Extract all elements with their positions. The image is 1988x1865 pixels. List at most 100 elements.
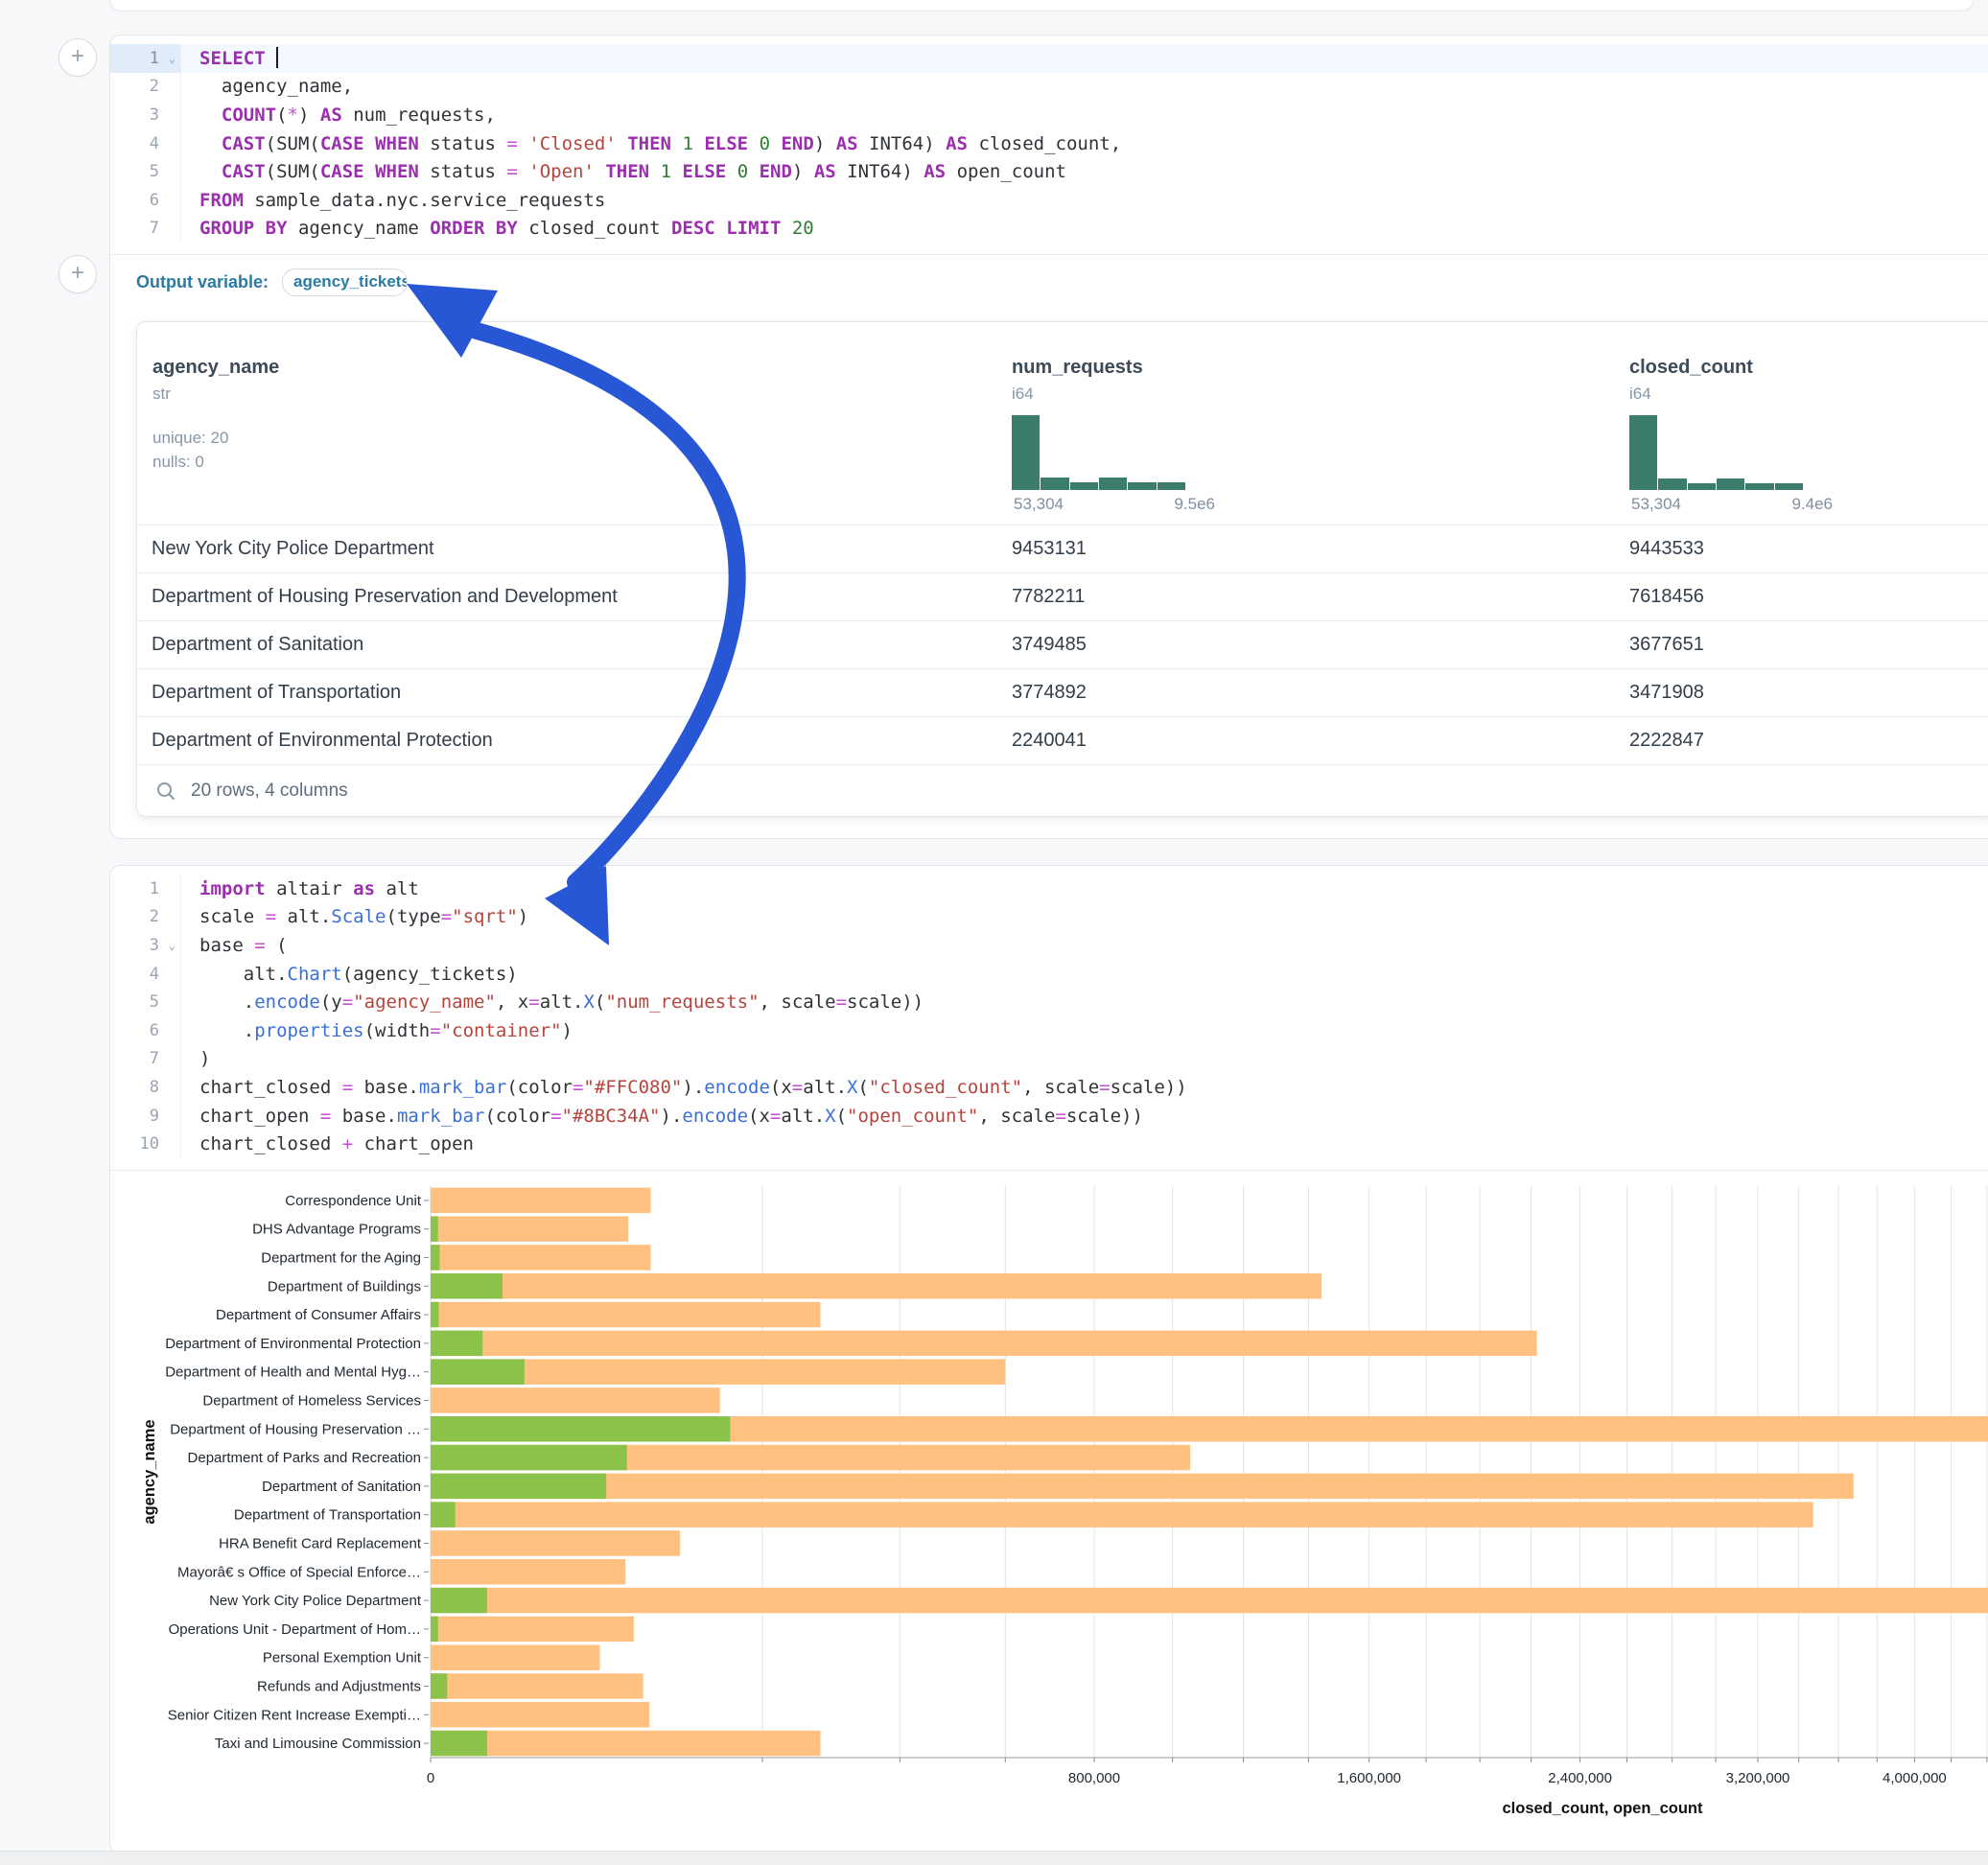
add-cell-button-output[interactable]: +	[58, 255, 97, 293]
closed-count-bar	[431, 1588, 1988, 1614]
code-text[interactable]: FROM sample_data.nyc.service_requests	[181, 190, 605, 211]
table-row[interactable]: New York City Police Department945313194…	[137, 525, 1988, 572]
histogram-bar	[1099, 478, 1128, 490]
code-text[interactable]: chart_closed + chart_open	[181, 1133, 474, 1154]
open-count-bar	[431, 1273, 503, 1299]
column-header-num-requests[interactable]: num_requests i64 53,304 9.5e6	[1008, 357, 1625, 525]
cell-closed-count: 2222847	[1625, 730, 1988, 752]
y-axis-label: Correspondence Unit	[285, 1193, 422, 1209]
code-text[interactable]: .encode(y="agency_name", x=alt.X("num_re…	[181, 991, 924, 1013]
table-body: New York City Police Department945313194…	[137, 525, 1988, 764]
open-count-bar	[431, 1416, 730, 1442]
table-row[interactable]: Department of Sanitation37494853677651	[137, 620, 1988, 668]
y-axis-label: Operations Unit - Department of Hom…	[169, 1621, 421, 1638]
y-axis-label: Department for the Aging	[261, 1249, 421, 1266]
x-axis-tick-label: 0	[427, 1770, 434, 1786]
histogram-max-label: 9.5e6	[1174, 495, 1215, 514]
code-text[interactable]: CAST(SUM(CASE WHEN status = 'Closed' THE…	[181, 133, 1121, 154]
cell-agency-name: New York City Police Department	[137, 538, 1008, 560]
code-line[interactable]: 6 .properties(width="container")	[110, 1016, 1988, 1045]
column-header-agency-name[interactable]: agency_name str unique: 20 nulls: 0	[137, 357, 1008, 525]
y-axis-label: Department of Parks and Recreation	[188, 1450, 421, 1466]
y-axis-label: Department of Sanitation	[262, 1479, 421, 1495]
code-line[interactable]: 3 COUNT(*) AS num_requests,	[110, 101, 1988, 129]
histogram-bar	[1745, 483, 1774, 490]
code-line[interactable]: 4 alt.Chart(agency_tickets)	[110, 960, 1988, 989]
y-axis-label: Department of Homeless Services	[202, 1392, 421, 1409]
histogram-min-label: 53,304	[1631, 495, 1681, 514]
cell-closed-count: 7618456	[1625, 586, 1988, 608]
code-text[interactable]: alt.Chart(agency_tickets)	[181, 964, 518, 985]
cell-agency-name: Department of Environmental Protection	[137, 730, 1008, 752]
table-row[interactable]: Department of Transportation377489234719…	[137, 668, 1988, 716]
search-icon[interactable]	[155, 781, 176, 802]
line-number: 9	[110, 1102, 181, 1131]
page-bottom-strip	[0, 1851, 1988, 1865]
closed-count-bar	[431, 1387, 720, 1413]
add-cell-button-top[interactable]: +	[58, 38, 97, 77]
code-text[interactable]: import altair as alt	[181, 878, 419, 899]
code-line[interactable]: 5 CAST(SUM(CASE WHEN status = 'Open' THE…	[110, 157, 1988, 186]
line-number: 6	[110, 1016, 181, 1045]
closed-count-bar	[431, 1474, 1854, 1500]
line-number: 1⌄	[110, 44, 181, 73]
cell-num-requests: 3749485	[1008, 634, 1625, 656]
code-text[interactable]: scale = alt.Scale(type="sqrt")	[181, 906, 528, 927]
code-text[interactable]: chart_closed = base.mark_bar(color="#FFC…	[181, 1077, 1187, 1098]
previous-cell-card-fragment	[109, 0, 1974, 12]
code-text[interactable]: base = (	[181, 935, 288, 956]
code-text[interactable]: )	[181, 1048, 210, 1069]
code-line[interactable]: 4 CAST(SUM(CASE WHEN status = 'Closed' T…	[110, 129, 1988, 158]
histogram-bar	[1041, 478, 1069, 490]
y-axis-label: Senior Citizen Rent Increase Exempti…	[168, 1707, 421, 1723]
code-text[interactable]: .properties(width="container")	[181, 1020, 573, 1041]
histogram-bar	[1717, 478, 1745, 490]
table-row[interactable]: Department of Environmental Protection 22…	[137, 716, 1988, 764]
code-line[interactable]: 7GROUP BY agency_name ORDER BY closed_co…	[110, 215, 1988, 244]
open-count-bar	[431, 1731, 487, 1757]
closed-count-bar	[431, 1302, 820, 1328]
python-cell-card: 1import altair as alt2scale = alt.Scale(…	[109, 865, 1988, 1854]
cell-agency-name: Department of Transportation	[137, 682, 1008, 704]
closed-count-bar	[431, 1245, 651, 1271]
code-line[interactable]: 2scale = alt.Scale(type="sqrt")	[110, 903, 1988, 932]
collapse-chevron-icon[interactable]: ⌄	[169, 52, 175, 65]
cell-closed-count: 3677651	[1625, 634, 1988, 656]
x-axis-tick-label: 3,200,000	[1726, 1770, 1790, 1786]
closed-count-bar	[431, 1673, 643, 1699]
code-text[interactable]: CAST(SUM(CASE WHEN status = 'Open' THEN …	[181, 161, 1066, 182]
code-text[interactable]: chart_open = base.mark_bar(color="#8BC34…	[181, 1106, 1143, 1127]
cell-closed-count: 3471908	[1625, 682, 1988, 704]
code-line[interactable]: 6FROM sample_data.nyc.service_requests	[110, 186, 1988, 215]
code-line[interactable]: 1⌄SELECT	[110, 44, 1988, 73]
python-editor[interactable]: 1import altair as alt2scale = alt.Scale(…	[110, 866, 1988, 1170]
closed-count-bar	[431, 1273, 1321, 1299]
table-row[interactable]: Department of Housing Preservation and D…	[137, 572, 1988, 620]
column-header-closed-count[interactable]: closed_count i64 53,304 9.4e6	[1625, 357, 1988, 525]
line-number: 7	[110, 1045, 181, 1074]
code-line[interactable]: 1import altair as alt	[110, 874, 1988, 903]
histogram-bar	[1012, 415, 1041, 490]
open-count-bar	[431, 1588, 487, 1614]
cell-closed-count: 9443533	[1625, 538, 1988, 560]
code-line[interactable]: 3⌄base = (	[110, 931, 1988, 960]
sql-editor[interactable]: 1⌄SELECT 2 agency_name,3 COUNT(*) AS num…	[110, 35, 1988, 254]
output-variable-pill[interactable]: agency_tickets	[282, 268, 408, 296]
code-line[interactable]: 7)	[110, 1045, 1988, 1074]
code-text[interactable]: agency_name,	[181, 76, 353, 97]
output-variable-label: Output variable:	[136, 272, 269, 292]
code-line[interactable]: 5 .encode(y="agency_name", x=alt.X("num_…	[110, 988, 1988, 1016]
closed-count-histogram	[1629, 415, 1804, 490]
y-axis-label: Department of Environmental Protection	[165, 1336, 421, 1352]
code-line[interactable]: 10chart_closed + chart_open	[110, 1130, 1988, 1158]
code-text[interactable]: GROUP BY agency_name ORDER BY closed_cou…	[181, 218, 814, 239]
collapse-chevron-icon[interactable]: ⌄	[169, 939, 175, 952]
code-text[interactable]: SELECT	[181, 47, 278, 69]
code-line[interactable]: 8chart_closed = base.mark_bar(color="#FF…	[110, 1073, 1988, 1102]
code-line[interactable]: 9chart_open = base.mark_bar(color="#8BC3…	[110, 1102, 1988, 1131]
open-count-bar	[431, 1302, 438, 1328]
code-text[interactable]: COUNT(*) AS num_requests,	[181, 105, 496, 126]
code-line[interactable]: 2 agency_name,	[110, 73, 1988, 102]
histogram-bar	[1629, 415, 1658, 490]
altair-bar-chart: Correspondence UnitDHS Advantage Program…	[110, 1180, 1988, 1852]
